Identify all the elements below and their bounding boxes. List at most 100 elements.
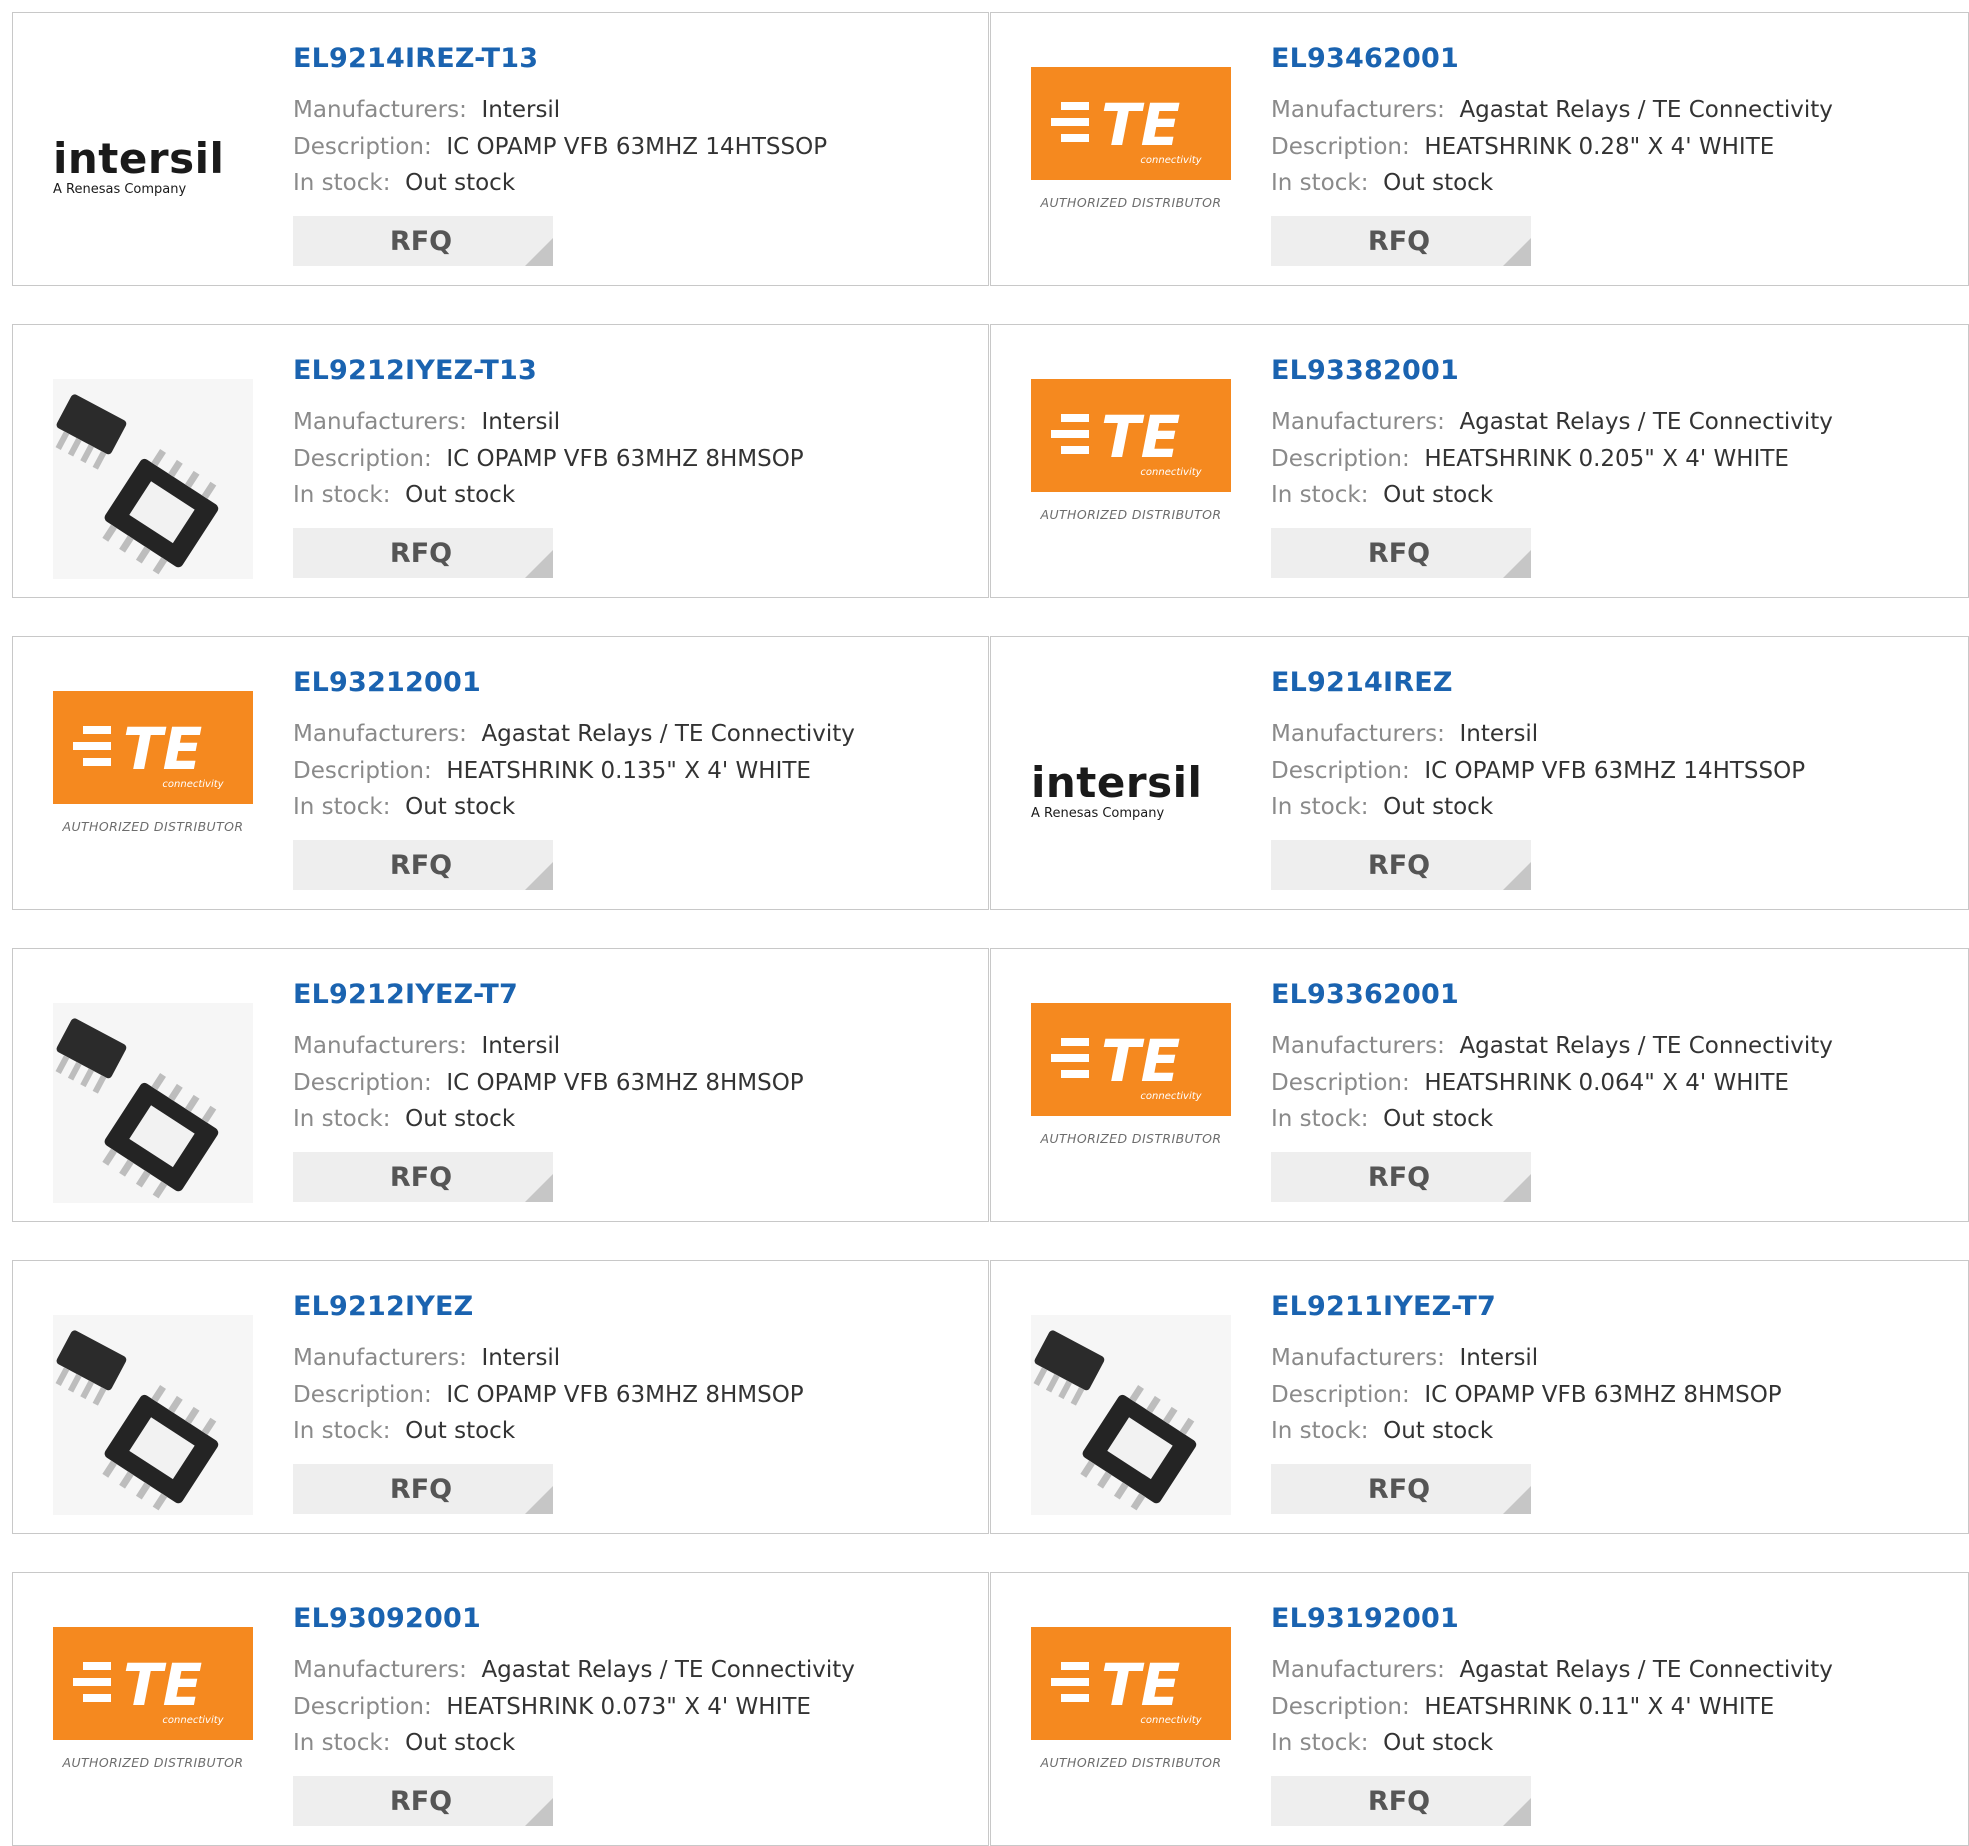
rfq-label: RFQ — [1367, 1161, 1431, 1193]
manufacturer-value: Agastat Relays / TE Connectivity — [1459, 97, 1833, 123]
rfq-label: RFQ — [389, 1785, 453, 1817]
stock-label: In stock: — [293, 1418, 391, 1444]
stock-label: In stock: — [1271, 1106, 1369, 1132]
rfq-button[interactable]: RFQ — [293, 840, 553, 890]
description-value: HEATSHRINK 0.135" X 4' WHITE — [446, 758, 811, 784]
description-label: Description: — [1271, 1382, 1410, 1408]
stock-label: In stock: — [293, 794, 391, 820]
manufacturer-label: Manufacturers: — [1271, 1657, 1445, 1683]
rfq-label: RFQ — [389, 225, 453, 257]
te-connectivity-logo: TE connectivity AUTHORIZED DISTRIBUTOR — [1031, 1627, 1231, 1827]
rfq-button[interactable]: RFQ — [1271, 1152, 1531, 1202]
manufacturer-value: Intersil — [481, 97, 561, 123]
corner-decoration — [525, 550, 553, 578]
description-value: HEATSHRINK 0.28" X 4' WHITE — [1424, 134, 1775, 160]
svg-text:connectivity: connectivity — [1140, 467, 1202, 478]
description-value: IC OPAMP VFB 63MHZ 8HMSOP — [446, 1382, 804, 1408]
svg-text:connectivity: connectivity — [1140, 1715, 1202, 1726]
part-number-link[interactable]: EL9212IYEZ-T7 — [293, 979, 518, 1010]
rfq-button[interactable]: RFQ — [293, 1464, 553, 1514]
stock-value: Out stock — [1383, 794, 1494, 820]
te-connectivity-logo: TE connectivity AUTHORIZED DISTRIBUTOR — [1031, 67, 1231, 267]
manufacturer-label: Manufacturers: — [1271, 1033, 1445, 1059]
part-number-link[interactable]: EL93362001 — [1271, 979, 1459, 1010]
product-card: TE connectivity AUTHORIZED DISTRIBUTOR E… — [990, 948, 1969, 1222]
stock-value: Out stock — [1383, 482, 1494, 508]
corner-decoration — [1503, 1798, 1531, 1826]
te-connectivity-logo: TE connectivity AUTHORIZED DISTRIBUTOR — [53, 691, 253, 891]
description-label: Description: — [293, 1070, 432, 1096]
corner-decoration — [1503, 550, 1531, 578]
rfq-label: RFQ — [389, 537, 453, 569]
manufacturer-line: Manufacturers: Intersil — [293, 97, 560, 123]
rfq-button[interactable]: RFQ — [1271, 840, 1531, 890]
part-number-link[interactable]: EL9214IREZ — [1271, 667, 1453, 698]
rfq-button[interactable]: RFQ — [1271, 216, 1531, 266]
product-row: EL9212IYEZ-T7 Manufacturers: Intersil De… — [0, 948, 1969, 1222]
stock-line: In stock: Out stock — [293, 1418, 515, 1444]
manufacturer-value: Agastat Relays / TE Connectivity — [1459, 409, 1833, 435]
product-card: TE connectivity AUTHORIZED DISTRIBUTOR E… — [12, 1572, 989, 1846]
rfq-button[interactable]: RFQ — [293, 1776, 553, 1826]
rfq-label: RFQ — [1367, 225, 1431, 257]
rfq-button[interactable]: RFQ — [1271, 1464, 1531, 1514]
rfq-label: RFQ — [1367, 1785, 1431, 1817]
product-card: intersil A Renesas Company EL9214IREZ-T1… — [12, 12, 989, 286]
stock-label: In stock: — [293, 170, 391, 196]
svg-text:connectivity: connectivity — [1140, 155, 1202, 166]
description-label: Description: — [293, 758, 432, 784]
rfq-button[interactable]: RFQ — [293, 528, 553, 578]
te-connectivity-logo: TE connectivity AUTHORIZED DISTRIBUTOR — [1031, 379, 1231, 579]
part-number-link[interactable]: EL93092001 — [293, 1603, 481, 1634]
rfq-button[interactable]: RFQ — [293, 1152, 553, 1202]
part-number-link[interactable]: EL93212001 — [293, 667, 481, 698]
stock-line: In stock: Out stock — [1271, 482, 1493, 508]
rfq-button[interactable]: RFQ — [1271, 528, 1531, 578]
rfq-button[interactable]: RFQ — [293, 216, 553, 266]
part-number-link[interactable]: EL93382001 — [1271, 355, 1459, 386]
stock-value: Out stock — [405, 482, 516, 508]
part-number-link[interactable]: EL9212IYEZ-T13 — [293, 355, 537, 386]
manufacturer-value: Intersil — [1459, 721, 1539, 747]
part-number-link[interactable]: EL93192001 — [1271, 1603, 1459, 1634]
corner-decoration — [525, 1174, 553, 1202]
corner-decoration — [525, 862, 553, 890]
description-line: Description: HEATSHRINK 0.135" X 4' WHIT… — [293, 758, 811, 784]
rfq-button[interactable]: RFQ — [1271, 1776, 1531, 1826]
description-line: Description: IC OPAMP VFB 63MHZ 8HMSOP — [293, 1382, 804, 1408]
manufacturer-value: Intersil — [1459, 1345, 1539, 1371]
description-line: Description: IC OPAMP VFB 63MHZ 14HTSSOP — [1271, 758, 1805, 784]
stock-value: Out stock — [1383, 1730, 1494, 1756]
description-label: Description: — [293, 134, 432, 160]
part-number-link[interactable]: EL93462001 — [1271, 43, 1459, 74]
stock-line: In stock: Out stock — [1271, 1730, 1493, 1756]
stock-line: In stock: Out stock — [1271, 1418, 1493, 1444]
msop-chip-image — [53, 1315, 253, 1515]
description-line: Description: IC OPAMP VFB 63MHZ 14HTSSOP — [293, 134, 827, 160]
description-label: Description: — [1271, 134, 1410, 160]
manufacturer-label: Manufacturers: — [293, 1657, 467, 1683]
description-value: IC OPAMP VFB 63MHZ 14HTSSOP — [1424, 758, 1806, 784]
svg-text:TE: TE — [123, 1651, 202, 1719]
product-row: EL9212IYEZ-T13 Manufacturers: Intersil D… — [0, 324, 1969, 598]
manufacturer-label: Manufacturers: — [1271, 409, 1445, 435]
corner-decoration — [1503, 1174, 1531, 1202]
description-label: Description: — [293, 446, 432, 472]
svg-text:TE: TE — [123, 715, 202, 783]
product-grid: intersil A Renesas Company EL9214IREZ-T1… — [0, 0, 1969, 1846]
stock-value: Out stock — [405, 1730, 516, 1756]
manufacturer-line: Manufacturers: Agastat Relays / TE Conne… — [1271, 1657, 1833, 1683]
stock-line: In stock: Out stock — [1271, 1106, 1493, 1132]
description-line: Description: HEATSHRINK 0.073" X 4' WHIT… — [293, 1694, 811, 1720]
part-number-link[interactable]: EL9211IYEZ-T7 — [1271, 1291, 1496, 1322]
product-card: TE connectivity AUTHORIZED DISTRIBUTOR E… — [990, 324, 1969, 598]
svg-text:connectivity: connectivity — [162, 1715, 224, 1726]
stock-value: Out stock — [405, 1418, 516, 1444]
manufacturer-line: Manufacturers: Intersil — [293, 1345, 560, 1371]
part-number-link[interactable]: EL9212IYEZ — [293, 1291, 473, 1322]
description-label: Description: — [293, 1382, 432, 1408]
description-line: Description: HEATSHRINK 0.11" X 4' WHITE — [1271, 1694, 1774, 1720]
manufacturer-label: Manufacturers: — [1271, 1345, 1445, 1371]
part-number-link[interactable]: EL9214IREZ-T13 — [293, 43, 538, 74]
manufacturer-label: Manufacturers: — [293, 721, 467, 747]
